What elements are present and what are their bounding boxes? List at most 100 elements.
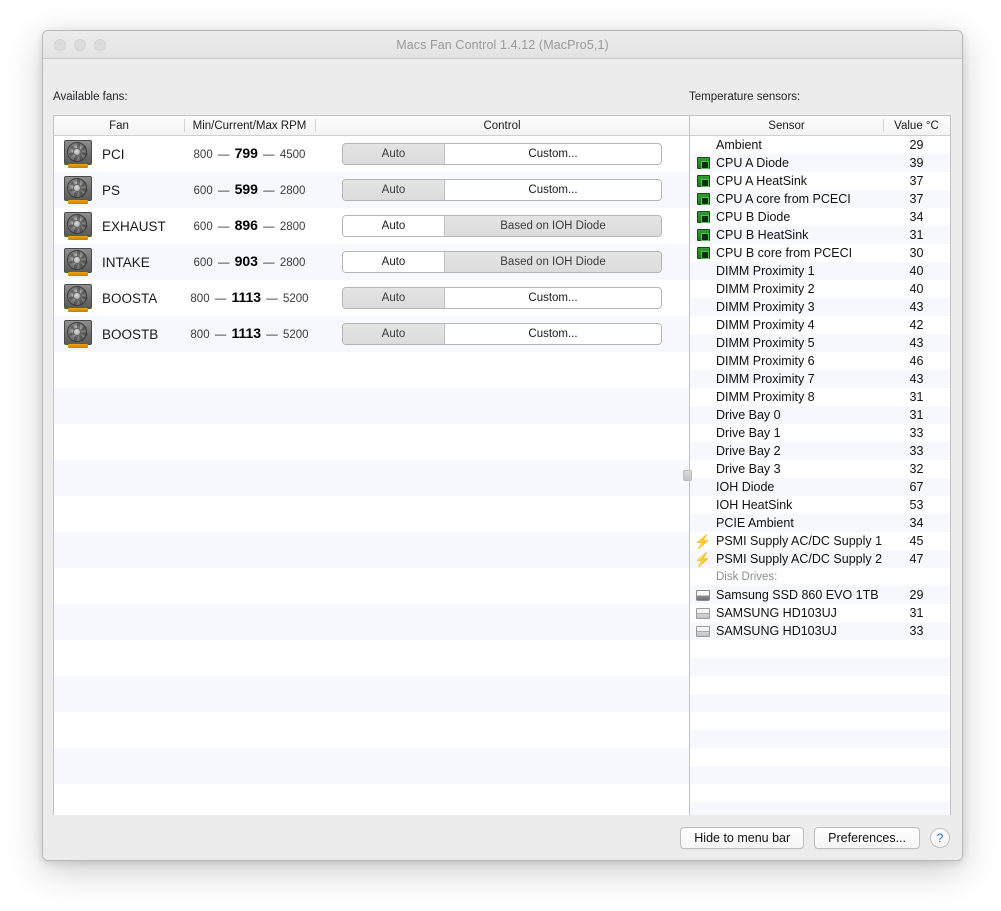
fan-mode-segmented-control[interactable]: Auto Based on IOH Diode [342, 215, 662, 237]
sensor-row[interactable]: Drive Bay 0 31 [690, 406, 950, 424]
fan-mode-custom-segment[interactable]: Custom... [445, 324, 661, 344]
column-header-control[interactable]: Control [315, 116, 689, 135]
sensor-row[interactable]: DIMM Proximity 2 40 [690, 280, 950, 298]
fan-mode-auto-segment[interactable]: Auto [343, 144, 445, 164]
sensor-row[interactable]: Drive Bay 3 32 [690, 460, 950, 478]
sensor-row[interactable]: Drive Bay 1 33 [690, 424, 950, 442]
zoom-button[interactable] [94, 39, 106, 51]
sensor-value: 29 [909, 138, 924, 152]
window-footer: Hide to menu bar Preferences... ? [43, 815, 962, 860]
fan-rpm-values: 600 — 896 — 2800 [184, 217, 315, 235]
sensor-row[interactable]: DIMM Proximity 7 43 [690, 370, 950, 388]
help-button[interactable]: ? [930, 828, 950, 848]
column-header-fan[interactable]: Fan [54, 116, 184, 135]
fan-mode-custom-segment[interactable]: Custom... [445, 144, 661, 164]
fan-mode-segmented-control[interactable]: Auto Custom... [342, 179, 662, 201]
sensor-row[interactable]: SAMSUNG HD103UJ 33 [690, 622, 950, 640]
sensor-name: Samsung SSD 860 EVO 1TB [716, 588, 879, 602]
sensor-row[interactable]: CPU B Diode 34 [690, 208, 950, 226]
fan-row[interactable]: PS 600 — 599 — 2800 Auto Custom... [54, 172, 689, 208]
sensor-row[interactable]: IOH Diode 67 [690, 478, 950, 496]
sensor-name: PSMI Supply AC/DC Supply 1 [716, 534, 883, 548]
preferences-button[interactable]: Preferences... [814, 827, 920, 849]
sensor-row[interactable]: IOH HeatSink 53 [690, 496, 950, 514]
sensor-row[interactable]: ⚡ PSMI Supply AC/DC Supply 1 45 [690, 532, 950, 550]
fan-name: PS [102, 182, 121, 198]
fan-mode-custom-segment[interactable]: Custom... [445, 288, 661, 308]
rpm-separator: — [259, 185, 278, 197]
fan-row-empty [54, 568, 689, 604]
fan-mode-auto-segment[interactable]: Auto [343, 252, 445, 272]
fan-mode-auto-segment[interactable]: Auto [343, 324, 445, 344]
sensor-row[interactable]: Ambient 29 [690, 136, 950, 154]
sensor-row[interactable]: CPU A Diode 39 [690, 154, 950, 172]
sensor-name: CPU A core from PCECI [716, 192, 851, 206]
fan-rpm-min: 600 [193, 185, 213, 197]
fan-mode-custom-segment[interactable]: Based on IOH Diode [445, 252, 661, 272]
chip-icon [696, 247, 710, 259]
sensor-row[interactable]: DIMM Proximity 3 43 [690, 298, 950, 316]
close-button[interactable] [54, 39, 66, 51]
fan-rpm-max: 2800 [279, 185, 306, 197]
fan-mode-custom-segment[interactable]: Based on IOH Diode [445, 216, 661, 236]
sensor-row[interactable]: PCIE Ambient 34 [690, 514, 950, 532]
sensor-row[interactable]: Samsung SSD 860 EVO 1TB 29 [690, 586, 950, 604]
sensor-row[interactable]: CPU A core from PCECI 37 [690, 190, 950, 208]
fans-table: Fan Min/Current/Max RPM Control PCI 800 —… [53, 115, 690, 843]
fan-rpm-max: 2800 [279, 257, 306, 269]
sensor-row[interactable]: DIMM Proximity 8 31 [690, 388, 950, 406]
sensor-row[interactable]: Drive Bay 2 33 [690, 442, 950, 460]
chip-icon [696, 211, 710, 223]
sensor-value: 31 [909, 408, 924, 422]
fan-mode-auto-segment[interactable]: Auto [343, 216, 445, 236]
sensor-row[interactable]: SAMSUNG HD103UJ 31 [690, 604, 950, 622]
fan-icon [64, 248, 92, 276]
sensor-row[interactable]: CPU B core from PCECI 30 [690, 244, 950, 262]
split-divider-handle[interactable] [683, 470, 692, 481]
column-header-sensor-value[interactable]: Value °C [883, 116, 950, 135]
sensor-row[interactable]: CPU B HeatSink 31 [690, 226, 950, 244]
sensor-name: CPU B core from PCECI [716, 246, 853, 260]
sensor-name: CPU A HeatSink [716, 174, 808, 188]
fan-rpm-min: 800 [190, 293, 210, 305]
rpm-separator: — [259, 149, 278, 161]
minimize-button[interactable] [74, 39, 86, 51]
sensor-row[interactable]: ⚡ PSMI Supply AC/DC Supply 2 47 [690, 550, 950, 568]
fan-icon [64, 212, 92, 240]
fan-mode-auto-segment[interactable]: Auto [343, 288, 445, 308]
chip-icon [696, 229, 710, 241]
sensor-name: IOH Diode [716, 480, 775, 494]
fan-mode-segmented-control[interactable]: Auto Custom... [342, 287, 662, 309]
sensors-table: Sensor Value °C Ambient 29 CPU A Diode 39 CP… [689, 115, 951, 843]
sensor-row[interactable]: DIMM Proximity 1 40 [690, 262, 950, 280]
fan-row[interactable]: EXHAUST 600 — 896 — 2800 Auto Based on IOH … [54, 208, 689, 244]
sensor-value: 53 [909, 498, 924, 512]
fan-row-empty [54, 388, 689, 424]
fan-mode-segmented-control[interactable]: Auto Based on IOH Diode [342, 251, 662, 273]
fan-row[interactable]: BOOSTA 800 — 1113 — 5200 Auto Custom... [54, 280, 689, 316]
fan-mode-auto-segment[interactable]: Auto [343, 180, 445, 200]
fan-row-empty [54, 604, 689, 640]
sensors-table-header: Sensor Value °C [690, 116, 950, 136]
fan-name: EXHAUST [102, 218, 166, 234]
column-header-rpm[interactable]: Min/Current/Max RPM [184, 116, 315, 135]
column-header-sensor[interactable]: Sensor [690, 116, 883, 135]
sensor-row[interactable]: DIMM Proximity 5 43 [690, 334, 950, 352]
sensor-row[interactable]: DIMM Proximity 4 42 [690, 316, 950, 334]
fan-row[interactable]: BOOSTB 800 — 1113 — 5200 Auto Custom... [54, 316, 689, 352]
sensor-name: DIMM Proximity 1 [716, 264, 815, 278]
sensor-row[interactable]: CPU A HeatSink 37 [690, 172, 950, 190]
sensor-name: CPU B Diode [716, 210, 791, 224]
fan-mode-segmented-control[interactable]: Auto Custom... [342, 143, 662, 165]
sensor-row[interactable]: Disk Drives: [690, 568, 950, 586]
sensor-row-empty [690, 784, 950, 802]
sensor-name: Drive Bay 3 [716, 462, 781, 476]
fan-row[interactable]: PCI 800 — 799 — 4500 Auto Custom... [54, 136, 689, 172]
fan-mode-segmented-control[interactable]: Auto Custom... [342, 323, 662, 345]
hide-to-menu-bar-button[interactable]: Hide to menu bar [680, 827, 805, 849]
rpm-separator: — [259, 221, 278, 233]
fan-row[interactable]: INTAKE 600 — 903 — 2800 Auto Based on IOH D… [54, 244, 689, 280]
window-titlebar[interactable]: Macs Fan Control 1.4.12 (MacPro5,1) [43, 31, 962, 59]
sensor-row[interactable]: DIMM Proximity 6 46 [690, 352, 950, 370]
fan-mode-custom-segment[interactable]: Custom... [445, 180, 661, 200]
